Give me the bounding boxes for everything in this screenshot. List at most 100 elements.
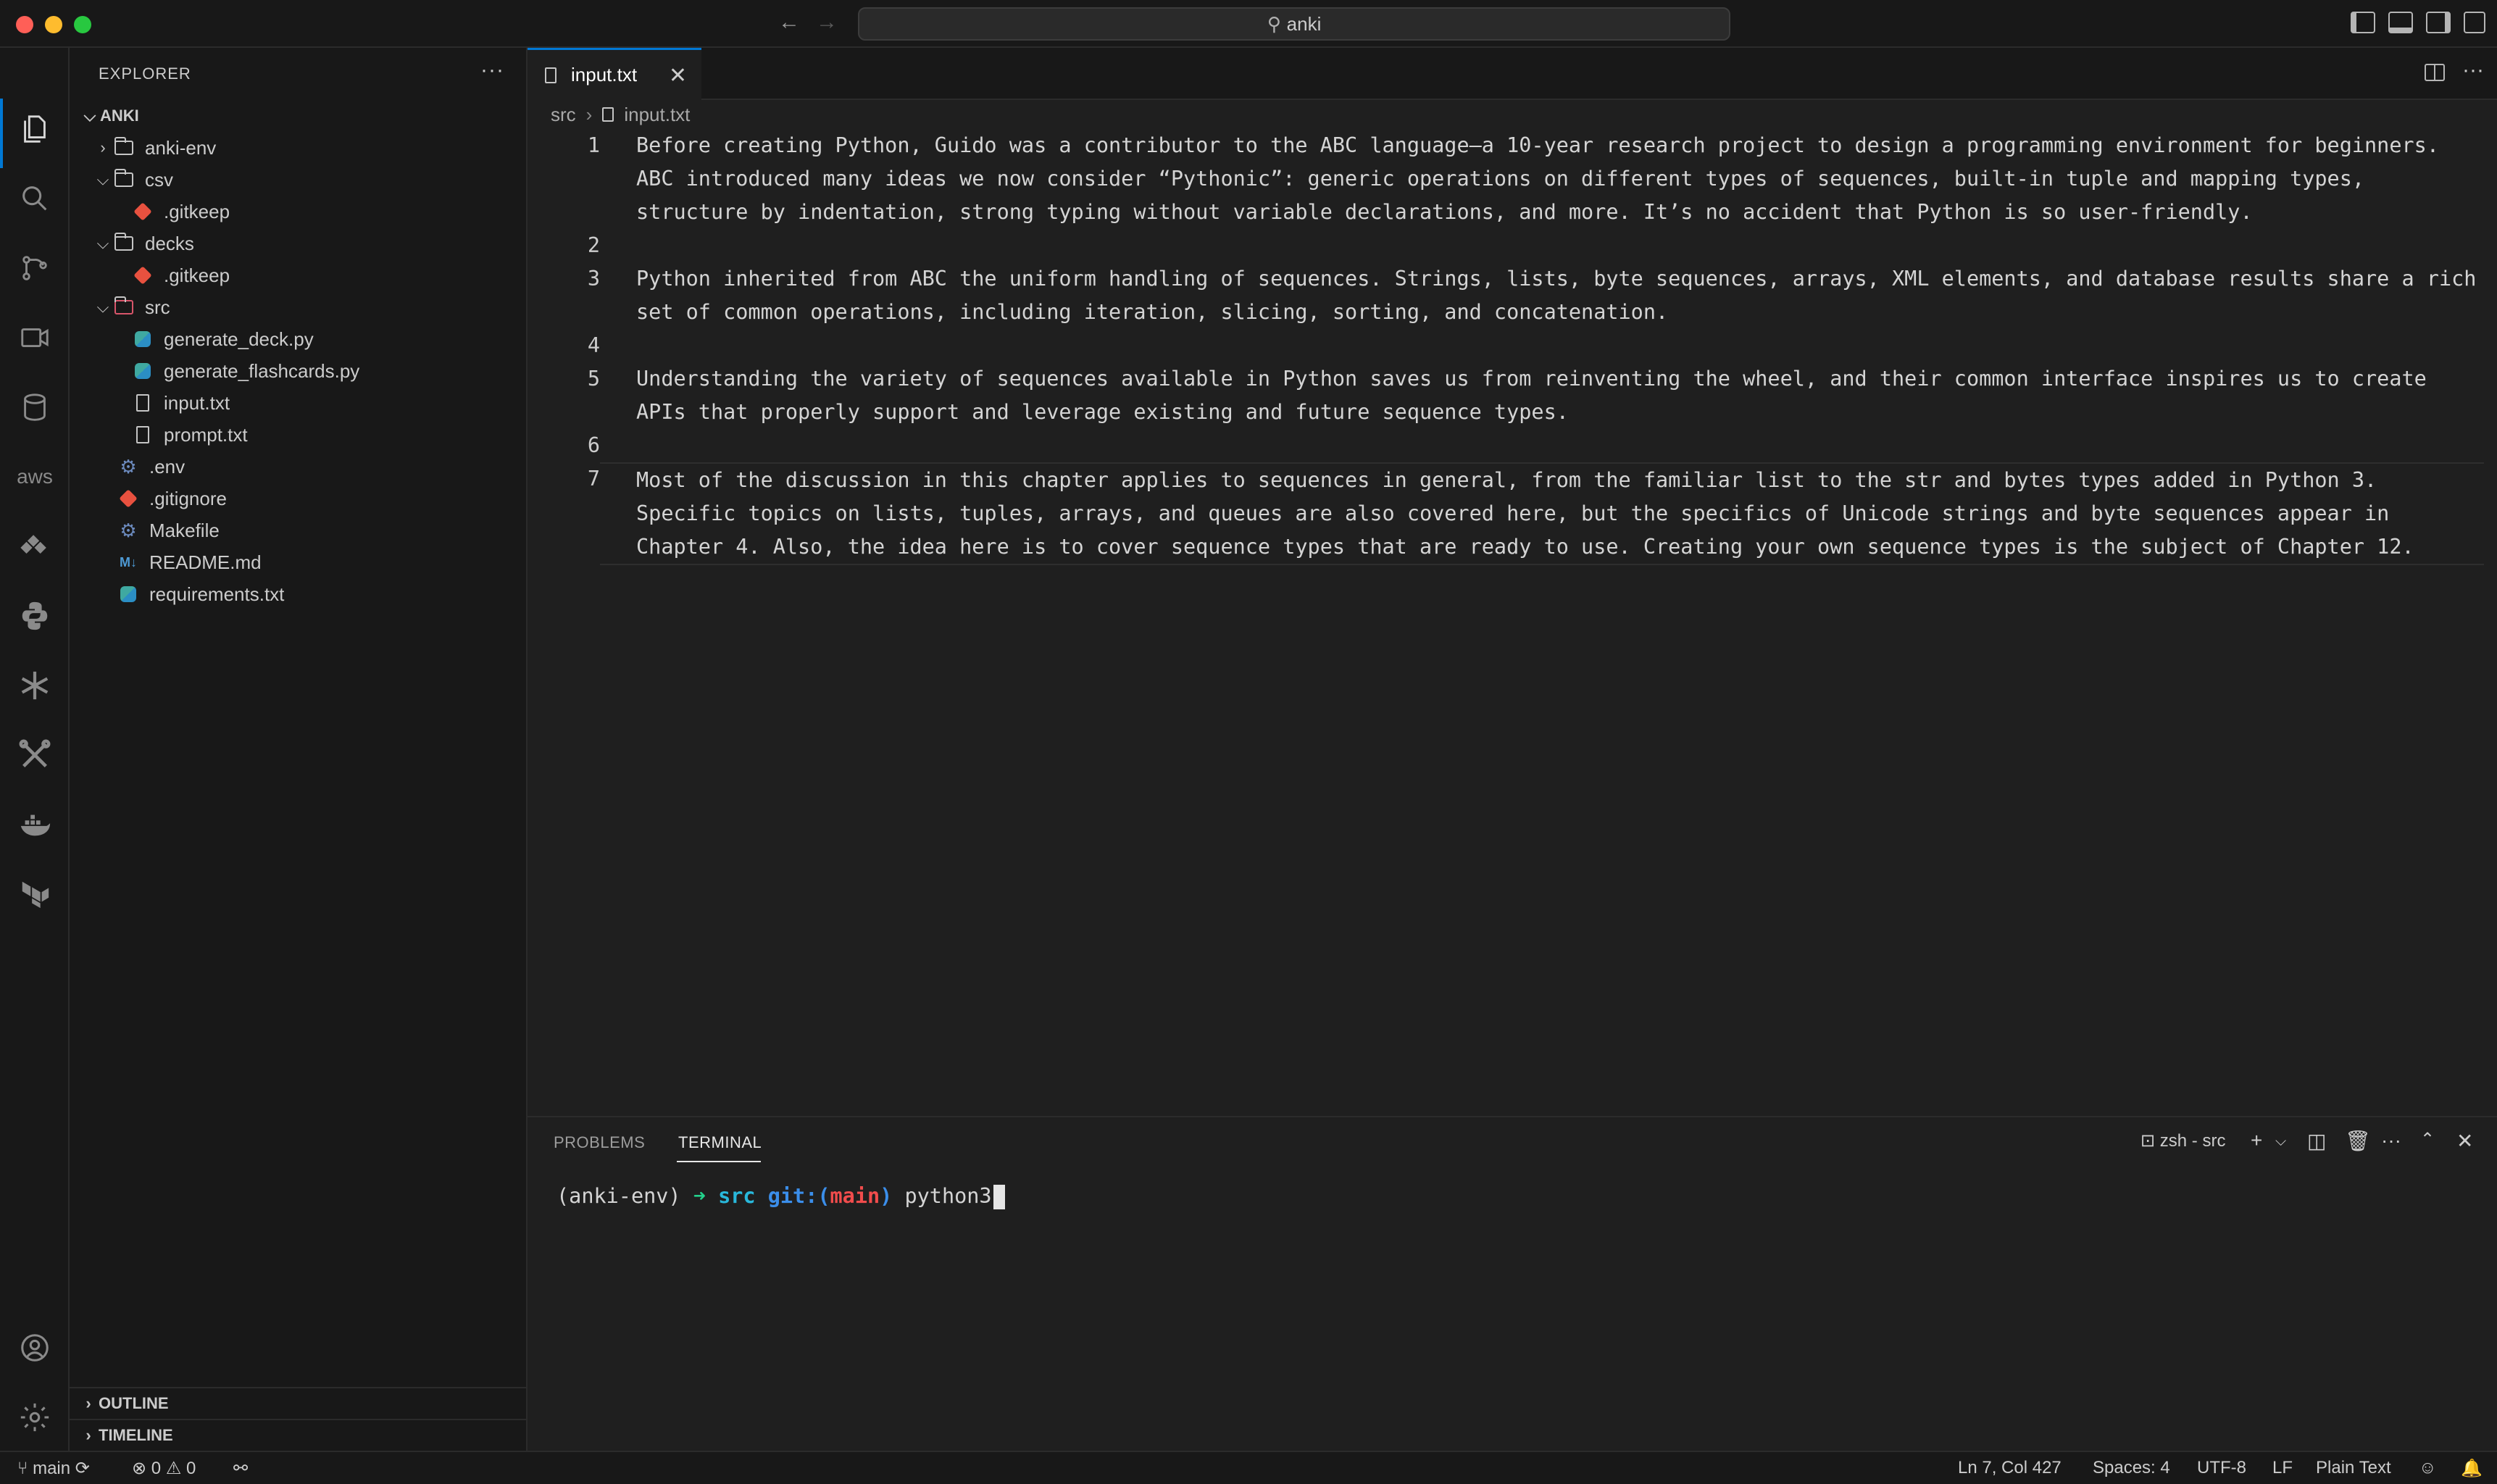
command-center-label: anki — [1286, 12, 1322, 35]
error-icon: ⊗ — [132, 1459, 147, 1478]
branch-indicator[interactable]: ⑂ main ⟳ — [17, 1458, 90, 1479]
python-icon[interactable] — [17, 599, 52, 633]
python-file-icon — [117, 585, 139, 604]
aws-icon[interactable]: aws — [17, 459, 53, 494]
tree-item-input-txt[interactable]: input.txt — [70, 387, 526, 419]
chevron-right-icon: › — [86, 1426, 91, 1444]
text-file-icon — [602, 107, 614, 122]
account-icon[interactable] — [17, 1330, 52, 1365]
tree-item-decks-gitkeep[interactable]: .gitkeep — [70, 259, 526, 291]
close-window-button[interactable] — [16, 16, 33, 33]
explorer-header: EXPLORER ··· — [70, 48, 526, 100]
end-of-line[interactable]: LF — [2272, 1458, 2293, 1478]
tree-item-label: .gitkeep — [164, 264, 230, 286]
tree-item-generate-flashcards[interactable]: generate_flashcards.py — [70, 355, 526, 387]
more-actions-icon[interactable]: ··· — [2381, 1129, 2401, 1152]
warning-icon: ⚠ — [165, 1459, 182, 1478]
bell-icon[interactable]: 🔔 — [2461, 1458, 2483, 1479]
tab-problems[interactable]: PROBLEMS — [554, 1133, 645, 1152]
encoding[interactable]: UTF-8 — [2197, 1458, 2246, 1478]
feedback-icon[interactable]: ☺ — [2419, 1458, 2437, 1478]
tree-item-gitignore[interactable]: .gitignore — [70, 483, 526, 514]
tree-item-csv[interactable]: ⌵ csv — [70, 164, 526, 196]
language-mode[interactable]: Plain Text — [2316, 1458, 2391, 1478]
terraform-icon[interactable] — [17, 877, 52, 912]
tools-icon[interactable] — [17, 738, 52, 772]
tree-item-label: anki-env — [145, 136, 217, 159]
tab-terminal[interactable]: TERMINAL — [678, 1133, 762, 1152]
settings-gear-icon[interactable] — [17, 1400, 52, 1435]
code-line-current: 7 Most of the discussion in this chapter… — [528, 462, 2497, 565]
docker-icon[interactable] — [17, 807, 52, 842]
toggle-secondary-sidebar-icon[interactable] — [2426, 12, 2451, 33]
terminal-selector[interactable]: ⊡ zsh - src — [2140, 1130, 2225, 1151]
tree-item-label: README.md — [149, 551, 262, 573]
chevron-right-icon: › — [100, 138, 106, 157]
tree-item-env[interactable]: ⚙ .env — [70, 451, 526, 483]
toggle-panel-icon[interactable] — [2388, 12, 2413, 33]
timeline-section[interactable]: › TIMELINE — [70, 1419, 528, 1451]
tree-item-prompt-txt[interactable]: prompt.txt — [70, 419, 526, 451]
tree-item-requirements[interactable]: requirements.txt — [70, 578, 526, 610]
split-editor-icon[interactable] — [2425, 64, 2445, 81]
tree-item-readme[interactable]: M↓ README.md — [70, 546, 526, 578]
source-control-icon[interactable] — [17, 251, 52, 285]
outline-section[interactable]: › OUTLINE — [70, 1387, 528, 1419]
extensions-icon[interactable] — [17, 529, 52, 564]
close-icon[interactable]: ✕ — [669, 63, 687, 88]
folder-icon — [113, 137, 135, 157]
workspace-root[interactable]: ⌵ ANKI — [70, 100, 526, 132]
tree-item-label: input.txt — [164, 391, 230, 414]
code-editor[interactable]: 1 Before creating Python, Guido was a co… — [528, 129, 2497, 565]
active-indicator — [0, 99, 3, 168]
cursor-position[interactable]: Ln 7, Col 427 — [1958, 1458, 2062, 1478]
split-terminal-icon[interactable]: ◫ — [2307, 1129, 2326, 1153]
database-icon[interactable] — [17, 390, 52, 425]
gear-file-icon: ⚙ — [120, 455, 137, 478]
error-count: 0 — [151, 1459, 162, 1478]
code-line: 4 — [528, 329, 2497, 362]
tree-item-decks[interactable]: ⌵ decks — [70, 228, 526, 259]
search-icon[interactable] — [17, 181, 52, 216]
terminal-prompt[interactable]: (anki-env) ➜ src git:(main) python3 — [556, 1184, 1005, 1209]
tree-item-anki-env[interactable]: › anki-env — [70, 132, 526, 164]
tab-input-txt[interactable]: input.txt ✕ — [528, 48, 701, 100]
command-center-search[interactable]: ⚲ anki — [858, 7, 1730, 41]
tab-label: input.txt — [571, 64, 638, 86]
maximize-panel-icon[interactable]: ⌃ — [2420, 1129, 2435, 1150]
explorer-sidebar: EXPLORER ··· ⌵ ANKI › anki-env ⌵ csv .gi… — [70, 48, 528, 1451]
text-file-icon — [132, 425, 154, 444]
tree-item-makefile[interactable]: ⚙ Makefile — [70, 514, 526, 546]
tree-item-generate-deck[interactable]: generate_deck.py — [70, 323, 526, 355]
arrow-right-icon[interactable]: → — [816, 10, 838, 35]
trash-icon[interactable]: 🗑 — [2345, 1129, 2371, 1153]
close-panel-icon[interactable]: ✕ — [2456, 1129, 2473, 1153]
breadcrumb-folder[interactable]: src — [551, 104, 576, 126]
line-number: 6 — [587, 433, 600, 457]
tree-item-src[interactable]: ⌵ src — [70, 291, 526, 323]
maximize-window-button[interactable] — [74, 16, 91, 33]
new-terminal-icon[interactable]: + — [2251, 1129, 2262, 1152]
warning-count: 0 — [186, 1459, 196, 1478]
customize-layout-icon[interactable] — [2464, 12, 2485, 33]
snowflake-icon[interactable] — [17, 668, 52, 703]
activity-bar: aws — [0, 48, 70, 1451]
chevron-down-icon[interactable]: ⌵ — [2275, 1133, 2286, 1150]
explorer-icon[interactable] — [17, 112, 52, 146]
run-debug-icon[interactable] — [17, 320, 52, 355]
outline-label: OUTLINE — [99, 1394, 169, 1412]
toggle-primary-sidebar-icon[interactable] — [2351, 12, 2375, 33]
indentation[interactable]: Spaces: 4 — [2093, 1458, 2170, 1478]
minimize-window-button[interactable] — [45, 16, 62, 33]
breadcrumb-file[interactable]: input.txt — [624, 104, 690, 126]
tree-item-label: requirements.txt — [149, 583, 285, 605]
ports-icon[interactable]: ⚯ — [233, 1458, 248, 1479]
line-number: 2 — [587, 233, 600, 257]
tree-item-csv-gitkeep[interactable]: .gitkeep — [70, 196, 526, 228]
problems-indicator[interactable]: ⊗ 0 ⚠ 0 — [132, 1458, 196, 1479]
more-actions-icon[interactable]: ··· — [2462, 58, 2484, 83]
tree-item-label: prompt.txt — [164, 423, 248, 446]
line-text: Understanding the variety of sequences a… — [636, 367, 2439, 424]
arrow-left-icon[interactable]: ← — [778, 10, 800, 35]
more-actions-icon[interactable]: ··· — [480, 58, 504, 83]
